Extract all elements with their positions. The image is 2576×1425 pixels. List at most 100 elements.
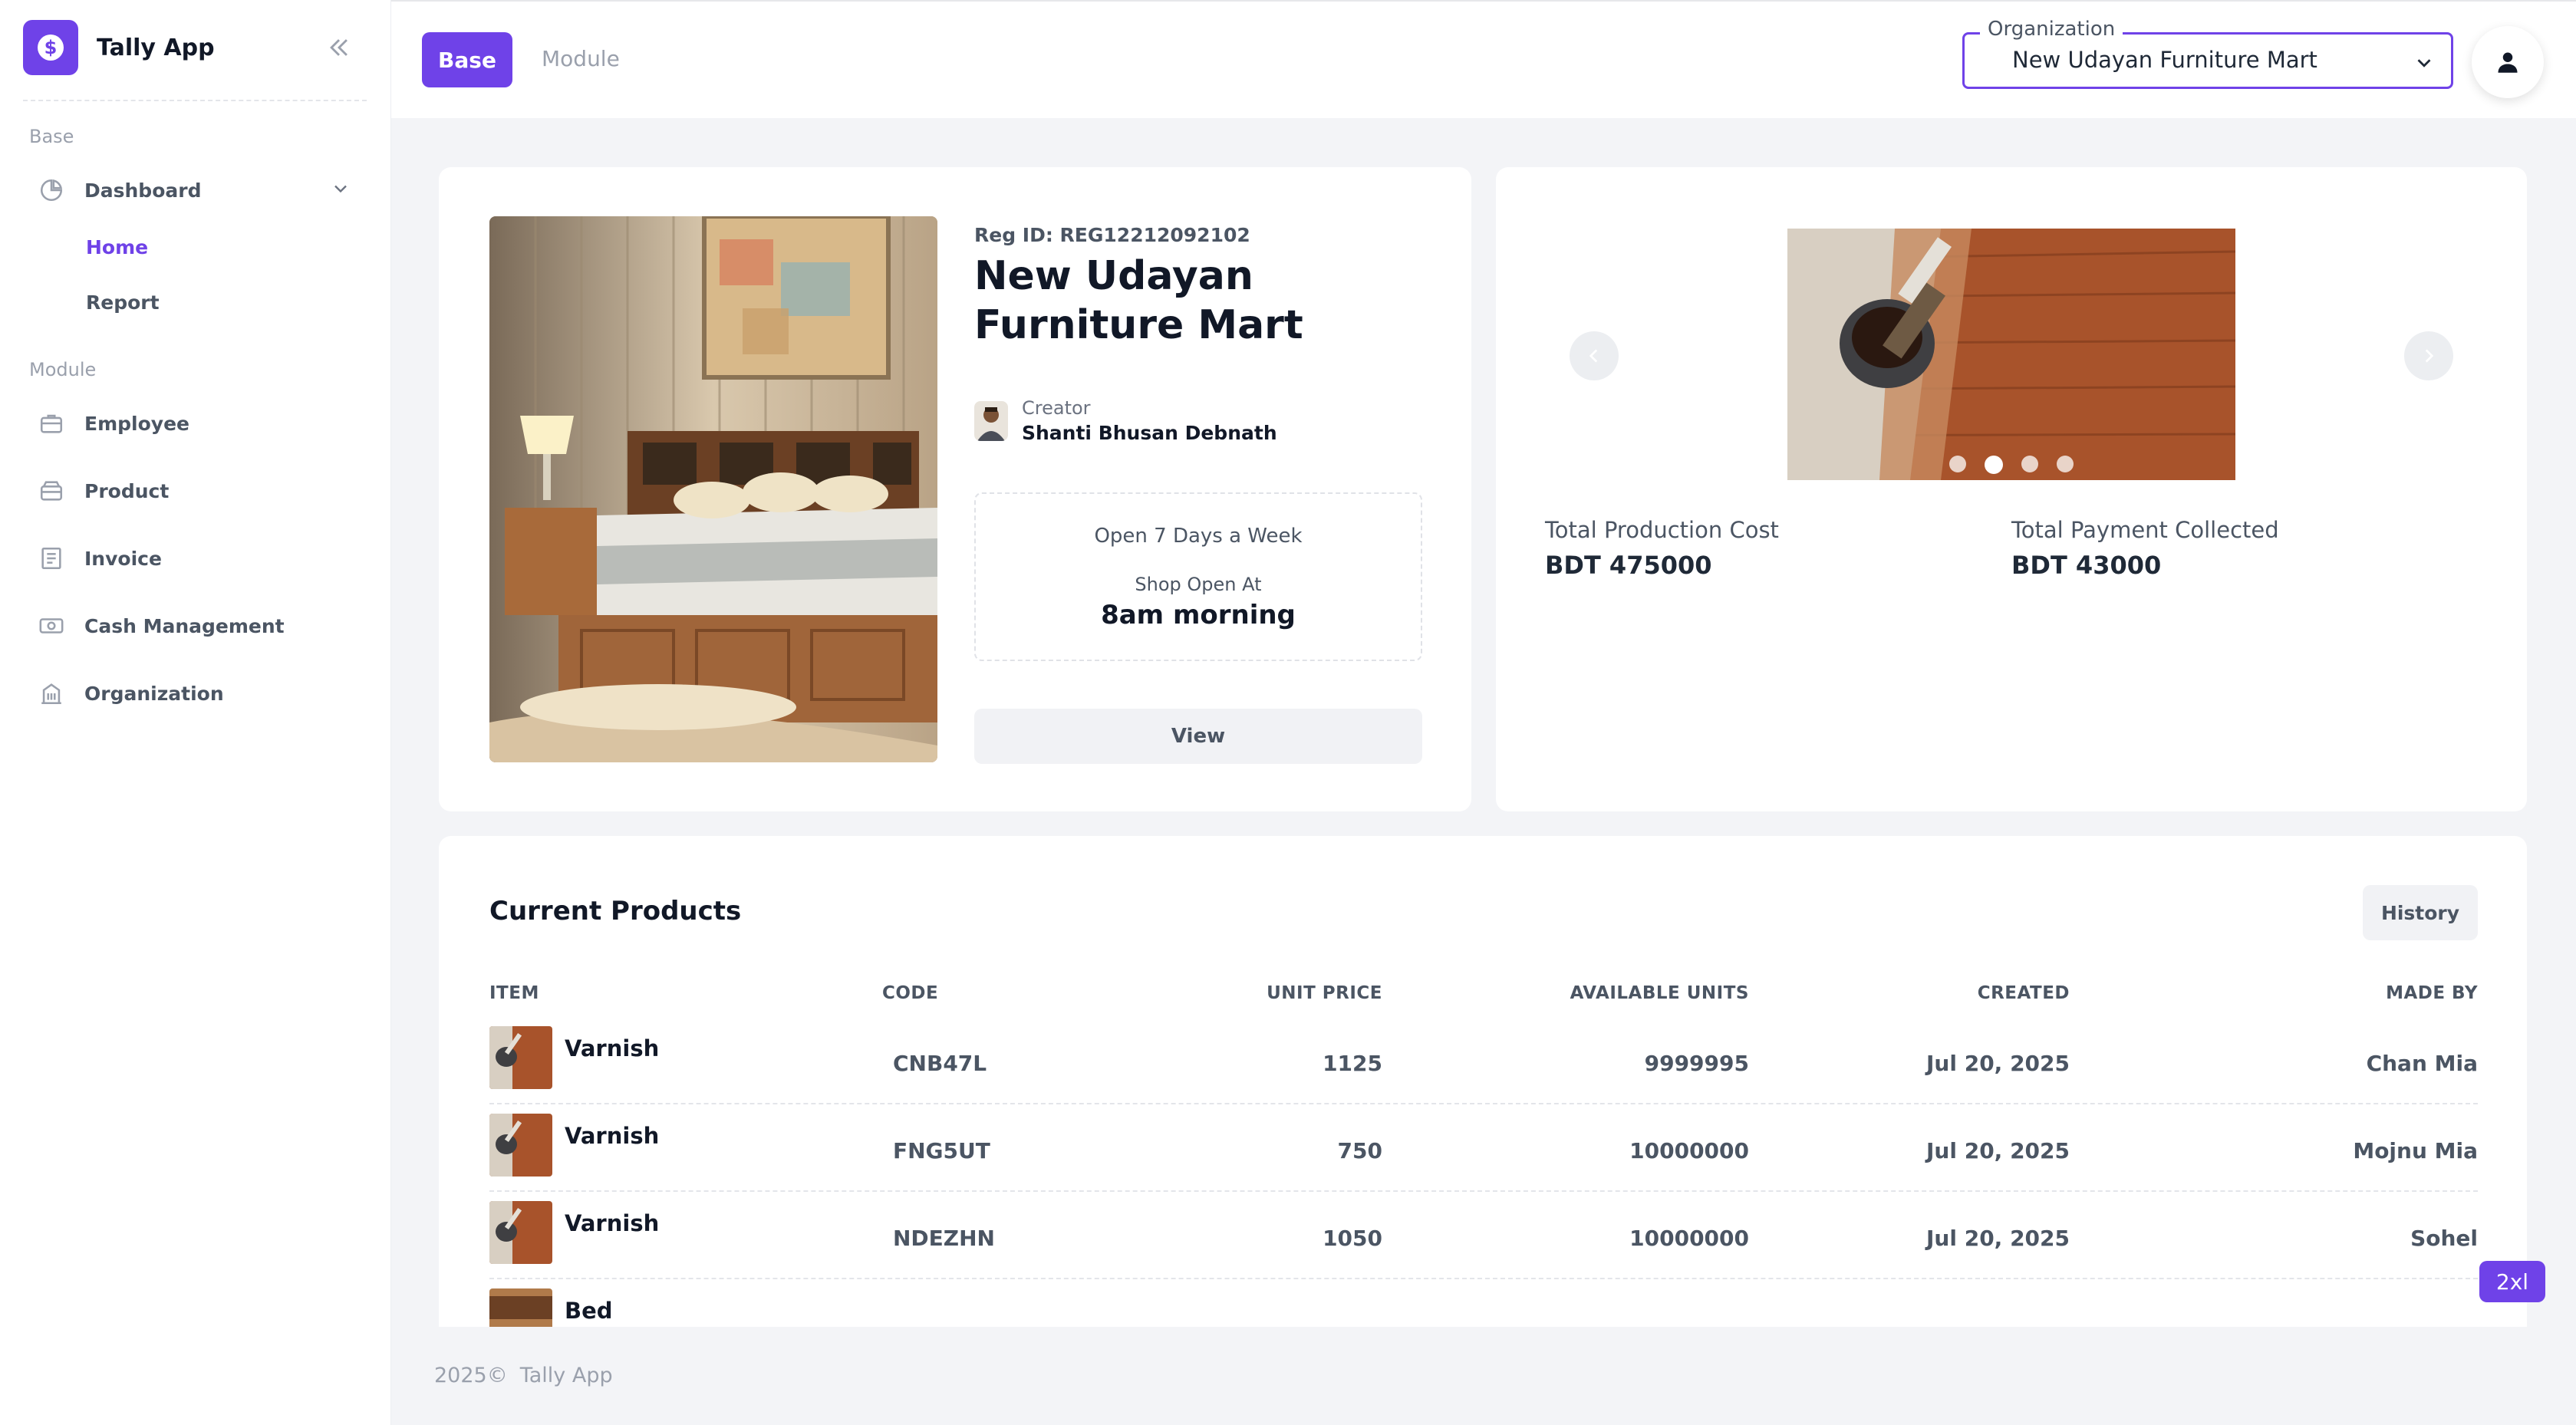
- carousel-dot-active[interactable]: [1985, 456, 2003, 474]
- shop-hours: Open 7 Days a Week Shop Open At 8am morn…: [974, 492, 1422, 661]
- chevron-down-icon: [2413, 51, 2436, 77]
- stats-card: Total Production Cost BDT 475000 Total P…: [1496, 167, 2527, 811]
- sidebar-item-label: Employee: [84, 412, 189, 435]
- table-row[interactable]: Varnish FNG5UT 750 10000000 Jul 20, 2025…: [489, 1104, 2478, 1192]
- creator-name: Shanti Bhusan Debnath: [1022, 422, 1277, 444]
- column-header-created[interactable]: CREATED: [1896, 983, 2070, 1003]
- product-thumbnail: [489, 1288, 552, 1327]
- stat-label: Total Production Cost: [1545, 517, 1779, 543]
- user-menu-button[interactable]: [2472, 26, 2544, 98]
- sidebar-divider: [23, 100, 367, 101]
- creator-avatar: [974, 400, 1008, 441]
- image-carousel[interactable]: [1787, 229, 2235, 480]
- footer-year: 2025©: [434, 1364, 508, 1387]
- sidebar-item-employee[interactable]: Employee: [37, 402, 359, 445]
- footer-app-name: Tally App: [519, 1364, 613, 1387]
- creator-label: Creator: [1022, 397, 1091, 419]
- open-at-label: Shop Open At: [1135, 574, 1262, 595]
- stat-label: Total Payment Collected: [2011, 517, 2279, 543]
- column-header-made-by[interactable]: MADE BY: [2280, 983, 2478, 1003]
- carousel-next-button[interactable]: [2404, 331, 2453, 380]
- sidebar-item-label: Invoice: [84, 547, 162, 570]
- sidebar-item-invoice[interactable]: Invoice: [37, 537, 359, 580]
- product-item-name: Varnish: [565, 1123, 660, 1149]
- pie-chart-icon: [37, 176, 66, 205]
- shop-info-card: Reg ID: REG12212092102 New Udayan Furnit…: [439, 167, 1471, 811]
- tab-module[interactable]: Module: [542, 46, 620, 71]
- sidebar-item-product[interactable]: Product: [37, 469, 359, 512]
- carousel-dot[interactable]: [1949, 456, 1966, 472]
- section-label-base: Base: [29, 126, 74, 147]
- tab-base[interactable]: Base: [422, 32, 512, 87]
- sidebar-item-dashboard[interactable]: Dashboard: [37, 169, 359, 212]
- organization-select-label: Organization: [1980, 18, 2123, 41]
- product-unit-price: 1050: [1323, 1226, 1382, 1251]
- product-code: NDEZHN: [893, 1226, 995, 1251]
- brand-logo: $: [23, 20, 78, 75]
- sidebar-item-organization[interactable]: Organization: [37, 672, 359, 715]
- history-button[interactable]: History: [2363, 885, 2478, 940]
- chevron-down-icon: [330, 178, 351, 202]
- dollar-coin-icon: $: [38, 35, 64, 61]
- collapse-sidebar-button[interactable]: [322, 31, 356, 64]
- stat-production-cost: Total Production Cost BDT 475000: [1545, 517, 1779, 580]
- product-made-by: Chan Mia: [2366, 1051, 2478, 1076]
- table-row[interactable]: Varnish NDEZHN 1050 10000000 Jul 20, 202…: [489, 1192, 2478, 1279]
- product-code: FNG5UT: [893, 1138, 990, 1163]
- product-thumbnail: [489, 1114, 552, 1177]
- product-available-units: 9999995: [1644, 1051, 1749, 1076]
- column-header-unit-price[interactable]: UNIT PRICE: [1244, 983, 1382, 1003]
- top-header: Base Module Organization New Udayan Furn…: [391, 0, 2576, 118]
- product-created: Jul 20, 2025: [1926, 1051, 2070, 1076]
- view-button[interactable]: View: [974, 709, 1422, 764]
- double-chevron-left-icon: [330, 39, 348, 56]
- table-row[interactable]: Varnish CNB47L 1125 9999995 Jul 20, 2025…: [489, 1017, 2478, 1104]
- sidebar-item-label: Product: [84, 479, 170, 502]
- stat-payment-collected: Total Payment Collected BDT 43000: [2011, 517, 2279, 580]
- column-header-available-units[interactable]: AVAILABLE UNITS: [1474, 983, 1749, 1003]
- carousel-dots: [1787, 456, 2235, 474]
- carousel-dot[interactable]: [2057, 456, 2074, 472]
- organization-select[interactable]: Organization New Udayan Furniture Mart: [1962, 18, 2453, 89]
- open-time: 8am morning: [1101, 600, 1296, 630]
- sidebar-item-label: Cash Management: [84, 614, 285, 637]
- registration-id: Reg ID: REG12212092102: [974, 224, 1250, 246]
- open-days: Open 7 Days a Week: [1094, 525, 1303, 548]
- product-available-units: 10000000: [1629, 1138, 1749, 1163]
- stat-value: BDT 475000: [1545, 551, 1712, 580]
- chevron-left-icon: [1589, 349, 1598, 363]
- column-header-item[interactable]: ITEM: [489, 983, 539, 1003]
- sidebar-subitem-report[interactable]: Report: [86, 291, 160, 314]
- product-item-name: Varnish: [565, 1035, 660, 1061]
- column-header-code[interactable]: CODE: [882, 983, 938, 1003]
- carousel-prev-button[interactable]: [1570, 331, 1619, 380]
- stat-value: BDT 43000: [2011, 551, 2162, 580]
- user-icon: [2498, 52, 2518, 73]
- shop-name: New Udayan Furniture Mart: [974, 253, 1303, 348]
- sidebar-item-label: Organization: [84, 682, 224, 705]
- current-products-card: Current Products History ITEM CODE UNIT …: [439, 836, 2527, 1327]
- shop-image: [489, 216, 937, 762]
- product-thumbnail: [489, 1026, 552, 1089]
- sidebar-item-cash-management[interactable]: Cash Management: [37, 604, 359, 647]
- brand[interactable]: $ Tally App: [23, 20, 215, 75]
- products-title: Current Products: [489, 896, 742, 926]
- briefcase-icon: [37, 409, 66, 438]
- banknote-icon: [37, 611, 66, 640]
- sidebar-subitem-home[interactable]: Home: [86, 236, 148, 258]
- table-row[interactable]: Bed: [489, 1279, 2478, 1327]
- product-made-by: Sohel: [2410, 1226, 2478, 1251]
- footer: 2025© Tally App: [434, 1364, 625, 1387]
- building-icon: [37, 679, 66, 708]
- breakpoint-badge: 2xl: [2479, 1261, 2545, 1302]
- product-thumbnail: [489, 1201, 552, 1264]
- product-item-name: Varnish: [565, 1210, 660, 1236]
- product-created: Jul 20, 2025: [1926, 1226, 2070, 1251]
- receipt-icon: [37, 544, 66, 573]
- product-made-by: Mojnu Mia: [2353, 1138, 2478, 1163]
- product-unit-price: 750: [1337, 1138, 1382, 1163]
- product-item-name: Bed: [565, 1298, 613, 1324]
- carousel-dot[interactable]: [2021, 456, 2038, 472]
- product-available-units: 10000000: [1629, 1226, 1749, 1251]
- chevron-right-icon: [2425, 349, 2434, 363]
